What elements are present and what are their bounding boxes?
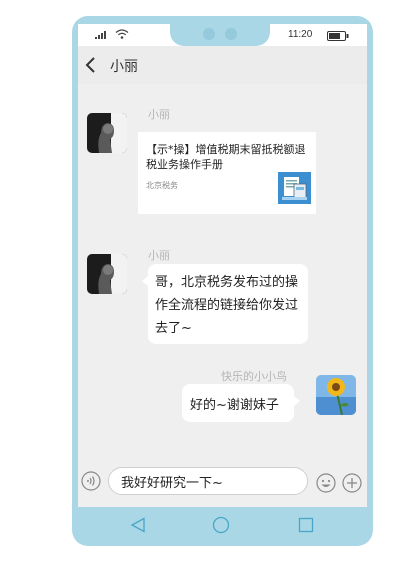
nav-home-icon[interactable] <box>212 516 230 534</box>
link-card-message[interactable]: 【示*操】增值税期末留抵税额退税业务操作手册 北京税务 <box>138 132 316 214</box>
avatar[interactable] <box>87 254 127 294</box>
self-avatar[interactable] <box>316 375 356 415</box>
chat-screen: 11:20 小丽 小丽 【示*操】增值税期末留抵税额退税业务操作手册 北京税务 <box>78 24 367 507</box>
wifi-icon <box>115 29 129 39</box>
contact-name: 小丽 <box>110 59 138 75</box>
card-title: 【示*操】增值税期末留抵税额退税业务操作手册 <box>146 143 306 171</box>
message-text: 好的~谢谢妹子 <box>190 398 279 413</box>
card-source: 北京税务 <box>146 181 178 190</box>
voice-icon[interactable] <box>81 471 101 491</box>
camera-notch <box>170 24 270 46</box>
chevron-left-icon[interactable] <box>84 56 98 74</box>
document-thumbnail-icon <box>278 172 311 204</box>
message-input[interactable] <box>108 467 308 495</box>
sender-name: 快乐的小小鸟 <box>221 370 287 383</box>
system-nav-bar <box>72 507 373 545</box>
status-bar: 11:20 <box>78 24 367 46</box>
nav-recent-icon[interactable] <box>298 517 314 533</box>
avatar[interactable] <box>87 113 127 153</box>
status-time: 11:20 <box>288 29 313 40</box>
signal-icon <box>95 31 106 39</box>
sender-name: 小丽 <box>148 108 170 121</box>
sender-name: 小丽 <box>148 249 170 262</box>
nav-back-icon[interactable] <box>130 517 146 533</box>
input-bar <box>78 457 367 507</box>
text-message[interactable]: 好的~谢谢妹子 <box>182 384 300 422</box>
text-message[interactable]: 哥，北京税务发布过的操作全流程的链接给你发过去了~ <box>142 264 308 344</box>
plus-icon[interactable] <box>342 473 362 493</box>
battery-icon <box>327 31 349 41</box>
message-text: 哥，北京税务发布过的操作全流程的链接给你发过去了~ <box>155 275 299 336</box>
chat-header: 小丽 <box>78 46 367 84</box>
emoji-icon[interactable] <box>316 473 336 493</box>
